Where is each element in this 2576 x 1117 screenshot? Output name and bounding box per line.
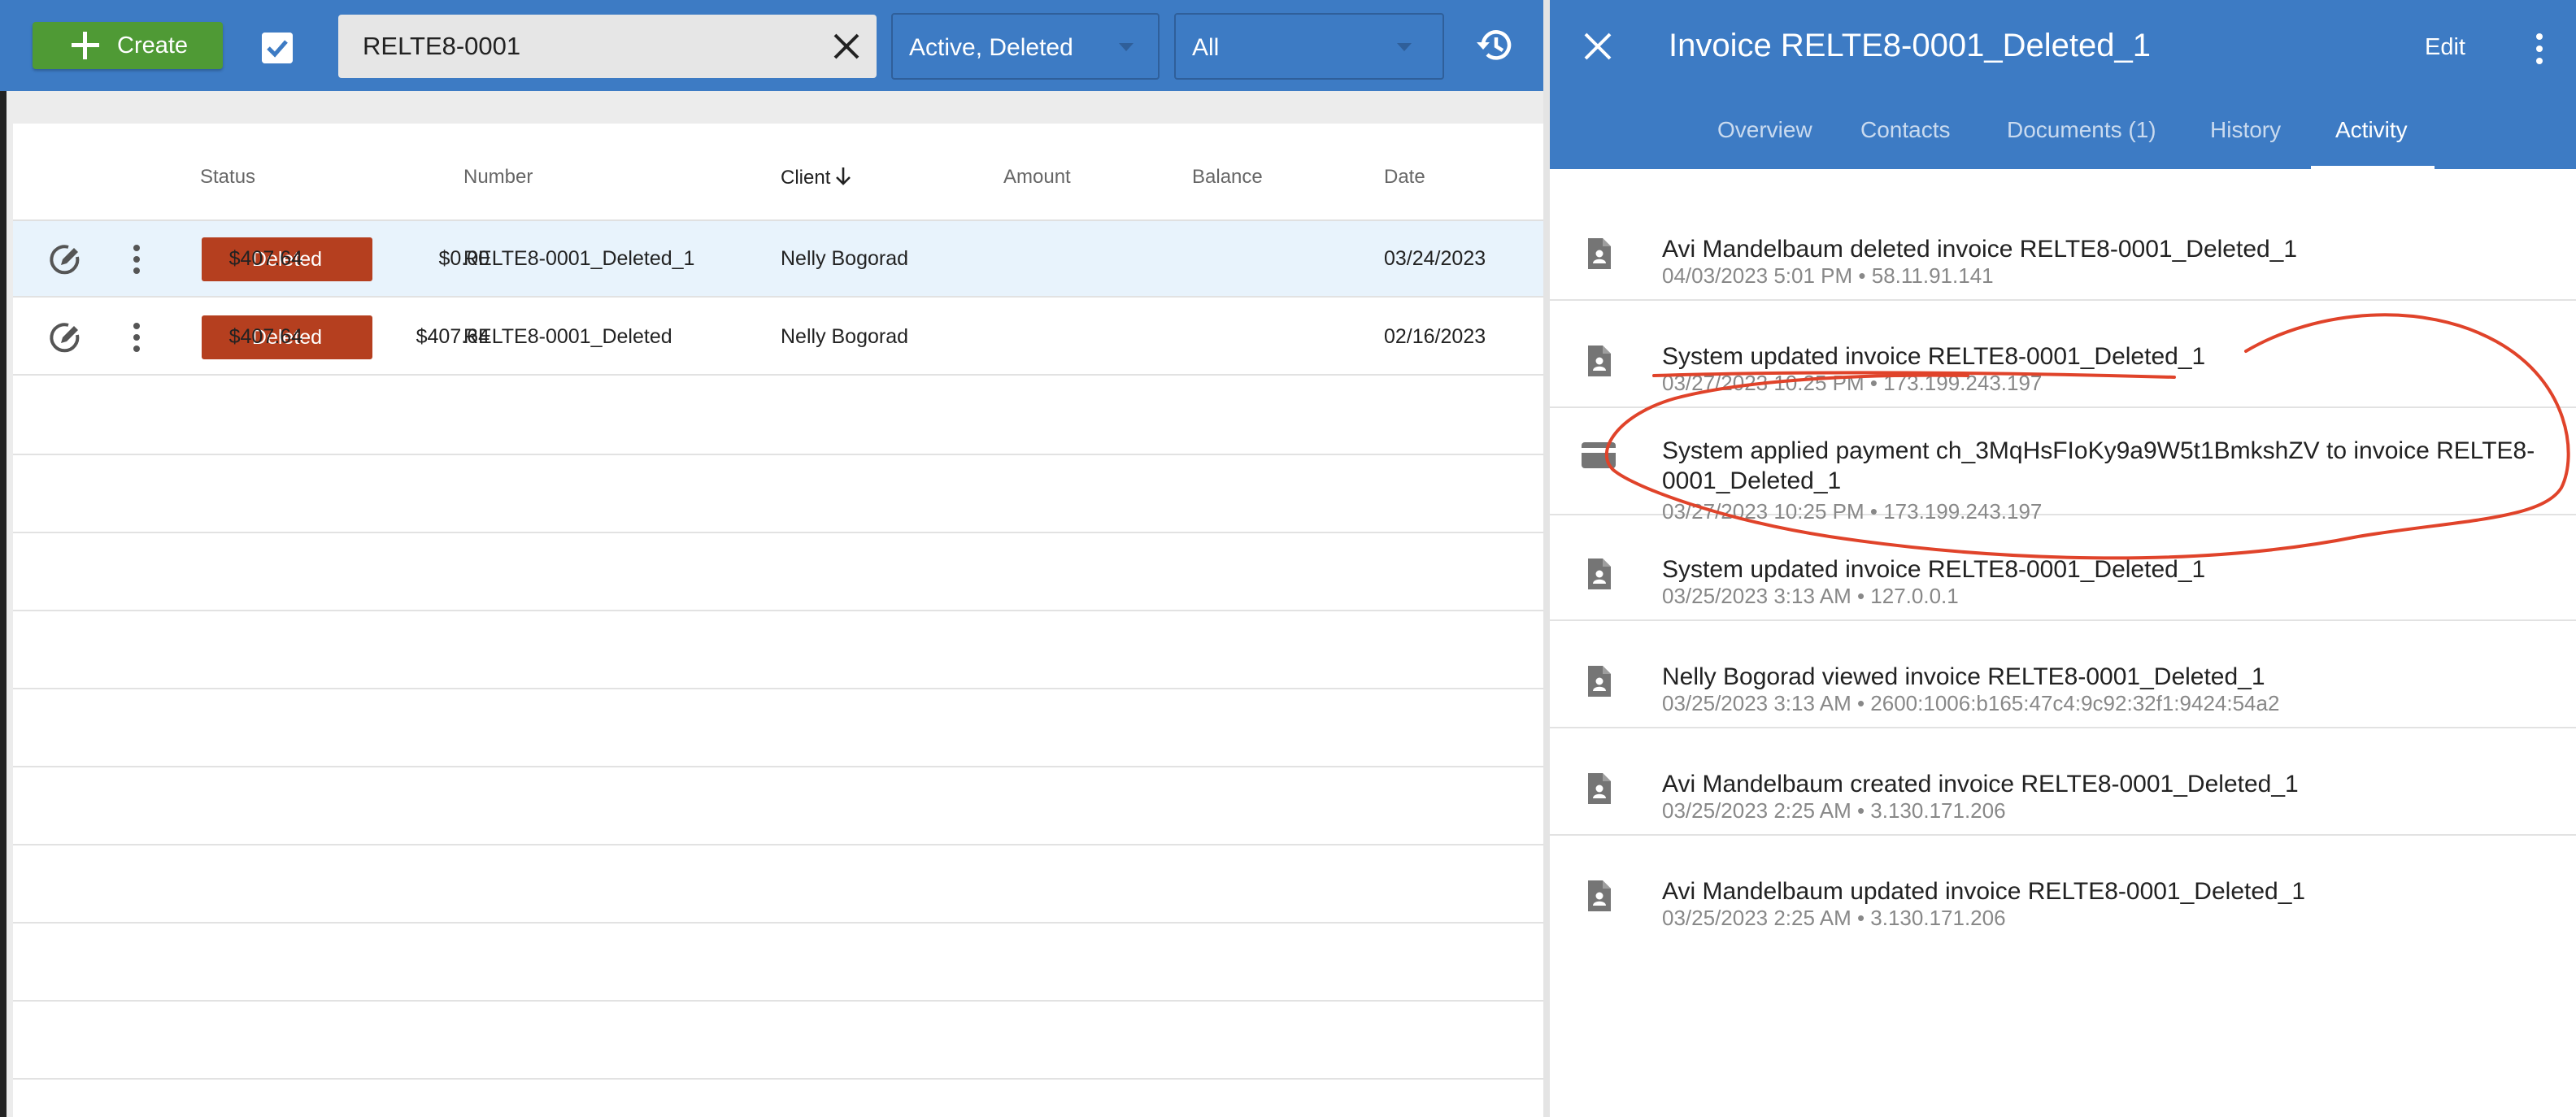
activity-text: System applied payment ch_3MqHsFIoKy9a9W… (1662, 437, 2535, 494)
chevron-down-icon (1397, 43, 1412, 51)
column-header-amount[interactable]: Amount (1003, 166, 1071, 189)
empty-row (13, 689, 1543, 767)
window-edge (0, 91, 7, 1117)
invoice-number: RELTE8-0001_Deleted (463, 325, 672, 348)
table-row[interactable]: Deleted RELTE8-0001_Deleted_1 Nelly Bogo… (13, 221, 1543, 298)
activity-text: System updated invoice RELTE8-0001_Delet… (1662, 343, 2206, 370)
activity-text: Nelly Bogorad viewed invoice RELTE8-0001… (1662, 663, 2265, 690)
invoice-date: 02/16/2023 (1384, 325, 1486, 348)
empty-row (13, 611, 1543, 689)
plus-icon (72, 32, 99, 59)
activity-item[interactable]: Avi Mandelbaum created invoice RELTE8-00… (1550, 728, 2576, 836)
active-tab-indicator (2311, 166, 2435, 170)
detail-header: Invoice RELTE8-0001_Deleted_1 Edit Overv… (1550, 0, 2576, 170)
activity-text: System updated invoice RELTE8-0001_Delet… (1662, 556, 2206, 583)
activity-meta: 03/25/2023 3:13 AM • 127.0.0.1 (1662, 584, 1959, 608)
more-vert-icon[interactable] (127, 241, 146, 278)
empty-row (13, 377, 1543, 455)
activity-meta: 04/03/2023 5:01 PM • 58.11.91.141 (1662, 263, 1994, 288)
activity-item[interactable]: Avi Mandelbaum deleted invoice RELTE8-00… (1550, 193, 2576, 301)
clear-search-icon[interactable] (829, 29, 864, 63)
list-toolbar: Create Active, Deleted All (0, 0, 1548, 91)
invoice-date: 03/24/2023 (1384, 247, 1486, 270)
tab-history[interactable]: History (2210, 117, 2281, 143)
checkbox-checked-icon (262, 33, 293, 63)
empty-row (13, 1002, 1543, 1080)
document-icon (1588, 666, 1611, 697)
document-icon (1588, 558, 1611, 589)
more-vert-icon[interactable] (2534, 31, 2545, 67)
document-icon (1588, 346, 1611, 376)
invoice-number: RELTE8-0001_Deleted_1 (463, 247, 695, 270)
status-filter-value: Active, Deleted (909, 34, 1073, 61)
tab-contacts[interactable]: Contacts (1860, 117, 1951, 143)
invoice-table: Status Number Client Amount Balance Date… (13, 124, 1543, 1117)
search-input[interactable] (363, 15, 802, 78)
empty-row (13, 455, 1543, 533)
credit-card-icon (1582, 442, 1616, 468)
invoice-amount: $407.64 (228, 325, 302, 348)
column-header-client-label: Client (781, 167, 831, 189)
document-icon (1588, 773, 1611, 804)
detail-title: Invoice RELTE8-0001_Deleted_1 (1669, 28, 2151, 63)
create-button[interactable]: Create (33, 22, 223, 69)
column-header-status[interactable]: Status (200, 166, 255, 189)
invoice-amount: $407.64 (228, 247, 302, 270)
activity-text: Avi Mandelbaum updated invoice RELTE8-00… (1662, 878, 2306, 905)
empty-row (13, 767, 1543, 845)
history-icon[interactable] (1473, 24, 1516, 67)
client-name: Nelly Bogorad (781, 325, 909, 348)
client-filter-dropdown[interactable]: All (1174, 13, 1444, 80)
column-header-balance[interactable]: Balance (1192, 166, 1263, 189)
empty-row (13, 924, 1543, 1002)
close-icon[interactable] (1582, 31, 1613, 62)
activity-meta: 03/25/2023 2:25 AM • 3.130.171.206 (1662, 906, 2006, 930)
activity-meta: 03/25/2023 3:13 AM • 2600:1006:b165:47c4… (1662, 691, 2280, 715)
document-icon (1588, 238, 1611, 269)
create-button-label: Create (117, 32, 189, 59)
client-name: Nelly Bogorad (781, 247, 909, 270)
more-vert-icon[interactable] (127, 319, 146, 356)
status-filter-dropdown[interactable]: Active, Deleted (891, 13, 1160, 80)
activity-item[interactable]: Nelly Bogorad viewed invoice RELTE8-0001… (1550, 621, 2576, 728)
activity-item[interactable]: System updated invoice RELTE8-0001_Delet… (1550, 514, 2576, 621)
edit-icon[interactable] (47, 241, 85, 278)
invoice-balance: $0.00 (438, 247, 490, 270)
empty-row (13, 845, 1543, 924)
activity-meta: 03/27/2023 10:25 PM • 173.199.243.197 (1662, 371, 2043, 395)
invoice-balance: $407.64 (416, 325, 490, 348)
empty-row (13, 533, 1543, 611)
pane-divider[interactable] (1543, 0, 1550, 1117)
edit-button[interactable]: Edit (2425, 34, 2465, 61)
client-filter-value: All (1192, 34, 1220, 61)
select-all-checkbox[interactable] (262, 33, 293, 63)
activity-text: Avi Mandelbaum deleted invoice RELTE8-00… (1662, 236, 2298, 263)
search-box (338, 15, 877, 78)
activity-meta: 03/25/2023 2:25 AM • 3.130.171.206 (1662, 798, 2006, 823)
column-header-number[interactable]: Number (463, 166, 533, 189)
sort-descending-icon (836, 167, 851, 185)
tab-overview[interactable]: Overview (1717, 117, 1812, 143)
column-header-client[interactable]: Client (781, 166, 853, 189)
activity-text: Avi Mandelbaum created invoice RELTE8-00… (1662, 771, 2299, 798)
tab-activity[interactable]: Activity (2335, 117, 2408, 143)
document-icon (1588, 880, 1611, 911)
tab-documents[interactable]: Documents (1) (2007, 117, 2156, 143)
column-header-date[interactable]: Date (1384, 166, 1425, 189)
activity-item[interactable]: Avi Mandelbaum updated invoice RELTE8-00… (1550, 836, 2576, 943)
activity-item[interactable]: System applied payment ch_3MqHsFIoKy9a9W… (1550, 408, 2576, 524)
table-row[interactable]: Deleted RELTE8-0001_Deleted Nelly Bogora… (13, 299, 1543, 376)
invoice-detail-panel: Invoice RELTE8-0001_Deleted_1 Edit Overv… (1550, 0, 2576, 1117)
edit-icon[interactable] (47, 319, 85, 356)
activity-item[interactable]: System updated invoice RELTE8-0001_Delet… (1550, 301, 2576, 408)
chevron-down-icon (1119, 43, 1134, 51)
